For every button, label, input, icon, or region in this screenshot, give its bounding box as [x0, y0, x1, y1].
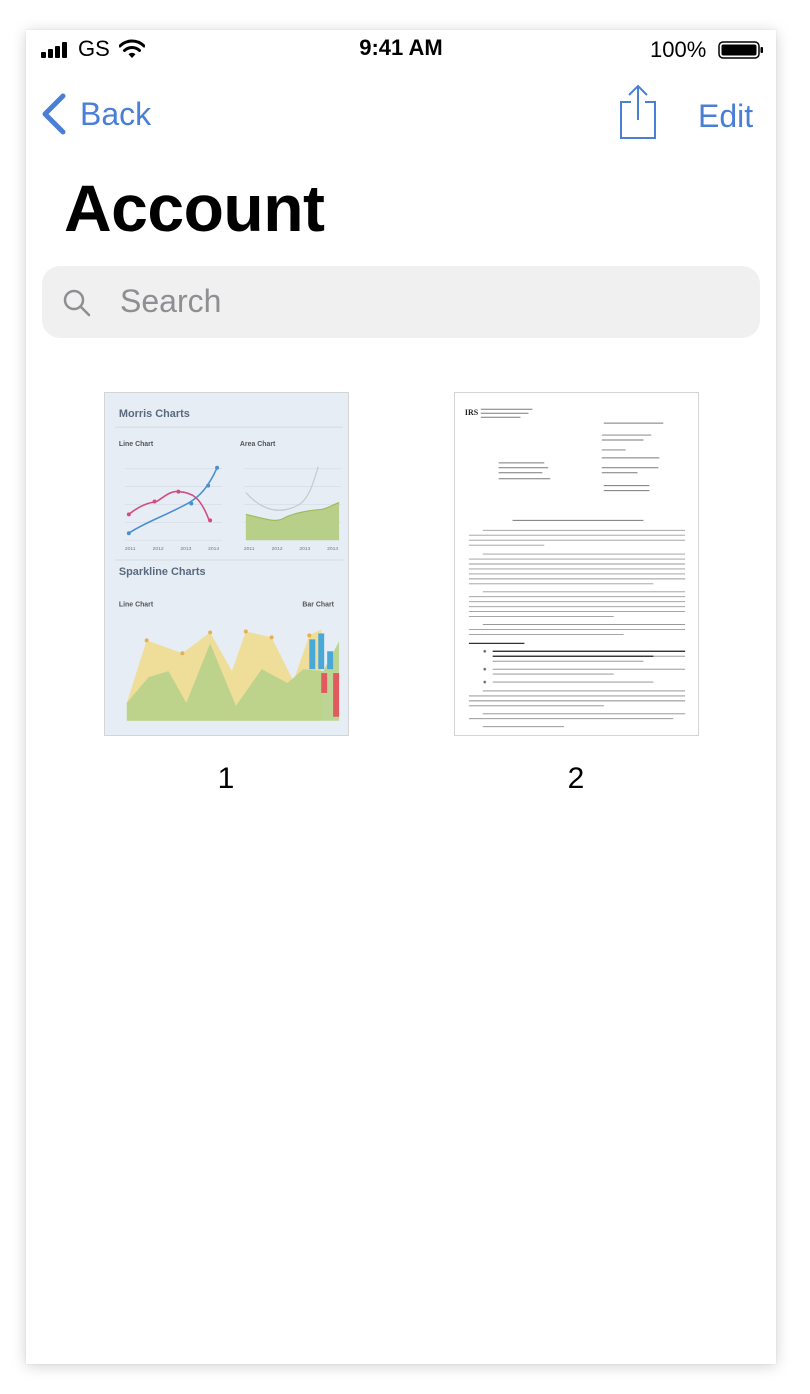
search-placeholder: Search: [120, 283, 222, 319]
document-label-1: 1: [217, 762, 235, 795]
battery-icon: [718, 41, 763, 59]
search-field[interactable]: Search: [42, 266, 760, 338]
status-bar: GS 9:41 AM 100%: [26, 30, 776, 70]
svg-text:2014: 2014: [208, 546, 219, 552]
thumb-area-chart-label: Area Chart: [240, 441, 276, 448]
svg-text:2013: 2013: [299, 546, 310, 552]
page-title: Account: [64, 171, 325, 245]
document-label-2: 2: [567, 762, 585, 795]
thumb-irs-logo: IRS: [465, 408, 479, 417]
svg-text:2013: 2013: [180, 546, 191, 552]
edit-button[interactable]: Edit: [698, 98, 753, 135]
svg-text:2011: 2011: [125, 546, 136, 552]
document-thumbnail-1[interactable]: Morris Charts Line Chart Area Chart 2011…: [104, 392, 349, 736]
phone-screen: GS 9:41 AM 100% Back Edit Account Search…: [26, 30, 776, 1364]
share-icon[interactable]: [617, 84, 659, 140]
svg-text:2011: 2011: [244, 546, 255, 552]
back-button[interactable]: Back: [40, 92, 151, 136]
svg-text:2014: 2014: [327, 546, 338, 552]
chart-page-preview: Morris Charts Line Chart Area Chart 2011…: [105, 393, 348, 735]
back-button-label: Back: [80, 95, 152, 132]
svg-text:2012: 2012: [153, 546, 164, 552]
thumb-line-chart-label: Line Chart: [119, 441, 154, 448]
document-thumbnail-2[interactable]: IRS: [454, 392, 699, 736]
thumb-sparkline-heading: Sparkline Charts: [119, 566, 206, 578]
chevron-left-icon: [42, 93, 66, 135]
svg-text:2012: 2012: [272, 546, 283, 552]
thumb-heading: Morris Charts: [119, 408, 190, 420]
search-icon: [63, 289, 91, 317]
svg-text:Line Chart: Line Chart: [119, 602, 154, 609]
svg-text:Bar Chart: Bar Chart: [302, 602, 334, 609]
letter-page-preview: IRS: [455, 393, 698, 735]
battery-percentage: 100%: [650, 37, 707, 62]
